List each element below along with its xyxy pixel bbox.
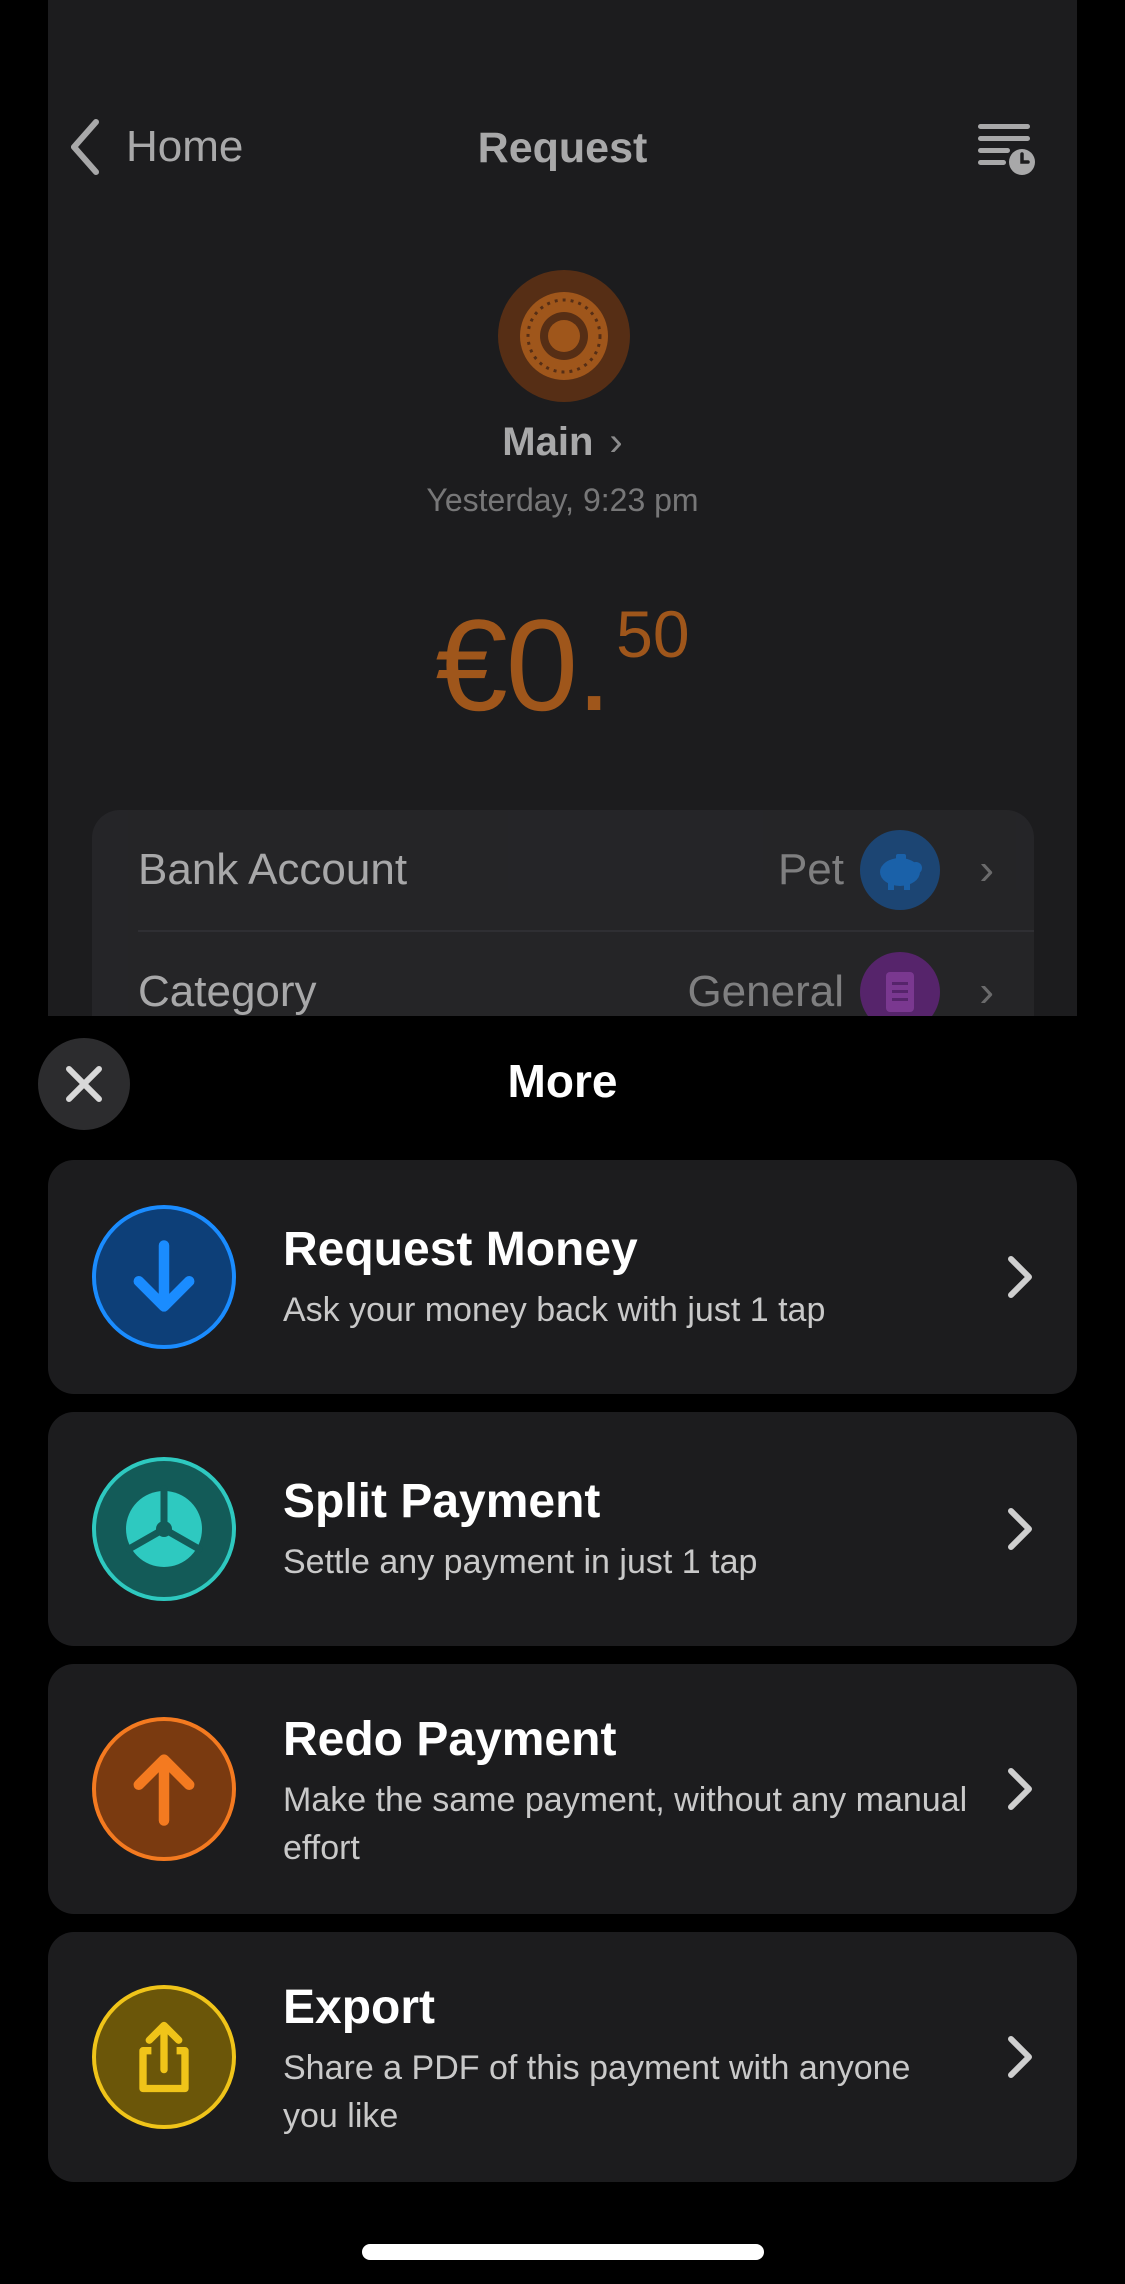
request-screen: Home Request Main › Yesterday, 9:23 pm €0… xyxy=(48,0,1077,1016)
option-title: Export xyxy=(283,1981,436,2034)
chevron-right-icon xyxy=(1008,1508,1032,1550)
chevron-right-icon: › xyxy=(979,845,994,894)
dimmed-content: Home Request Main › Yesterday, 9:23 pm €0… xyxy=(48,0,1077,1016)
timestamp: Yesterday, 9:23 pm xyxy=(426,482,699,518)
amount-cents: 50 xyxy=(616,597,690,671)
sheet-title: More xyxy=(507,1055,618,1107)
bank-account-row[interactable]: Bank Account Pet › xyxy=(92,810,1034,930)
chevron-right-icon: › xyxy=(609,420,623,464)
option-subtitle: Share a PDF of this payment with anyone … xyxy=(283,2049,911,2135)
row-value: General xyxy=(687,967,844,1016)
arrow-down-icon xyxy=(92,1205,236,1349)
details-card: Bank Account Pet › Category General › xyxy=(92,810,1034,1016)
chevron-right-icon xyxy=(1008,1256,1032,1298)
coin-icon xyxy=(520,292,608,380)
share-icon xyxy=(92,1985,236,2129)
page-title: Request xyxy=(477,124,648,172)
option-subtitle: Ask your money back with just 1 tap xyxy=(283,1291,826,1329)
split-payment-option[interactable]: Split Payment Settle any payment in just… xyxy=(48,1412,1077,1646)
request-money-option[interactable]: Request Money Ask your money back with j… xyxy=(48,1160,1077,1394)
home-indicator[interactable] xyxy=(362,2244,764,2260)
document-icon xyxy=(860,952,940,1016)
row-label: Bank Account xyxy=(138,845,408,894)
more-sheet: More Request Money Ask your money back w… xyxy=(0,1016,1125,2284)
row-label: Category xyxy=(138,967,317,1016)
amount-main: €0. xyxy=(435,592,612,738)
arrow-up-icon xyxy=(92,1717,236,1861)
export-option[interactable]: Export Share a PDF of this payment with … xyxy=(48,1932,1077,2182)
option-subtitle: Settle any payment in just 1 tap xyxy=(283,1543,758,1581)
account-name[interactable]: Main › xyxy=(48,420,1077,465)
row-value: Pet xyxy=(777,845,844,894)
piggy-bank-icon xyxy=(860,830,940,910)
amount-display: €0.50 xyxy=(48,590,1077,740)
account-avatar[interactable] xyxy=(498,270,630,402)
chevron-right-icon xyxy=(1008,2036,1032,2078)
option-title: Redo Payment xyxy=(283,1713,617,1766)
option-title: Split Payment xyxy=(283,1475,601,1528)
category-row[interactable]: Category General › xyxy=(92,932,1034,1016)
chevron-right-icon: › xyxy=(979,967,994,1016)
account-name-label: Main xyxy=(502,420,594,464)
history-list-icon[interactable] xyxy=(976,118,1036,178)
redo-payment-option[interactable]: Redo Payment Make the same payment, with… xyxy=(48,1664,1077,1914)
chevron-right-icon xyxy=(1008,1768,1032,1810)
pie-split-icon xyxy=(92,1457,236,1601)
option-title: Request Money xyxy=(283,1223,638,1276)
option-subtitle: Make the same payment, without any manua… xyxy=(283,1781,968,1867)
